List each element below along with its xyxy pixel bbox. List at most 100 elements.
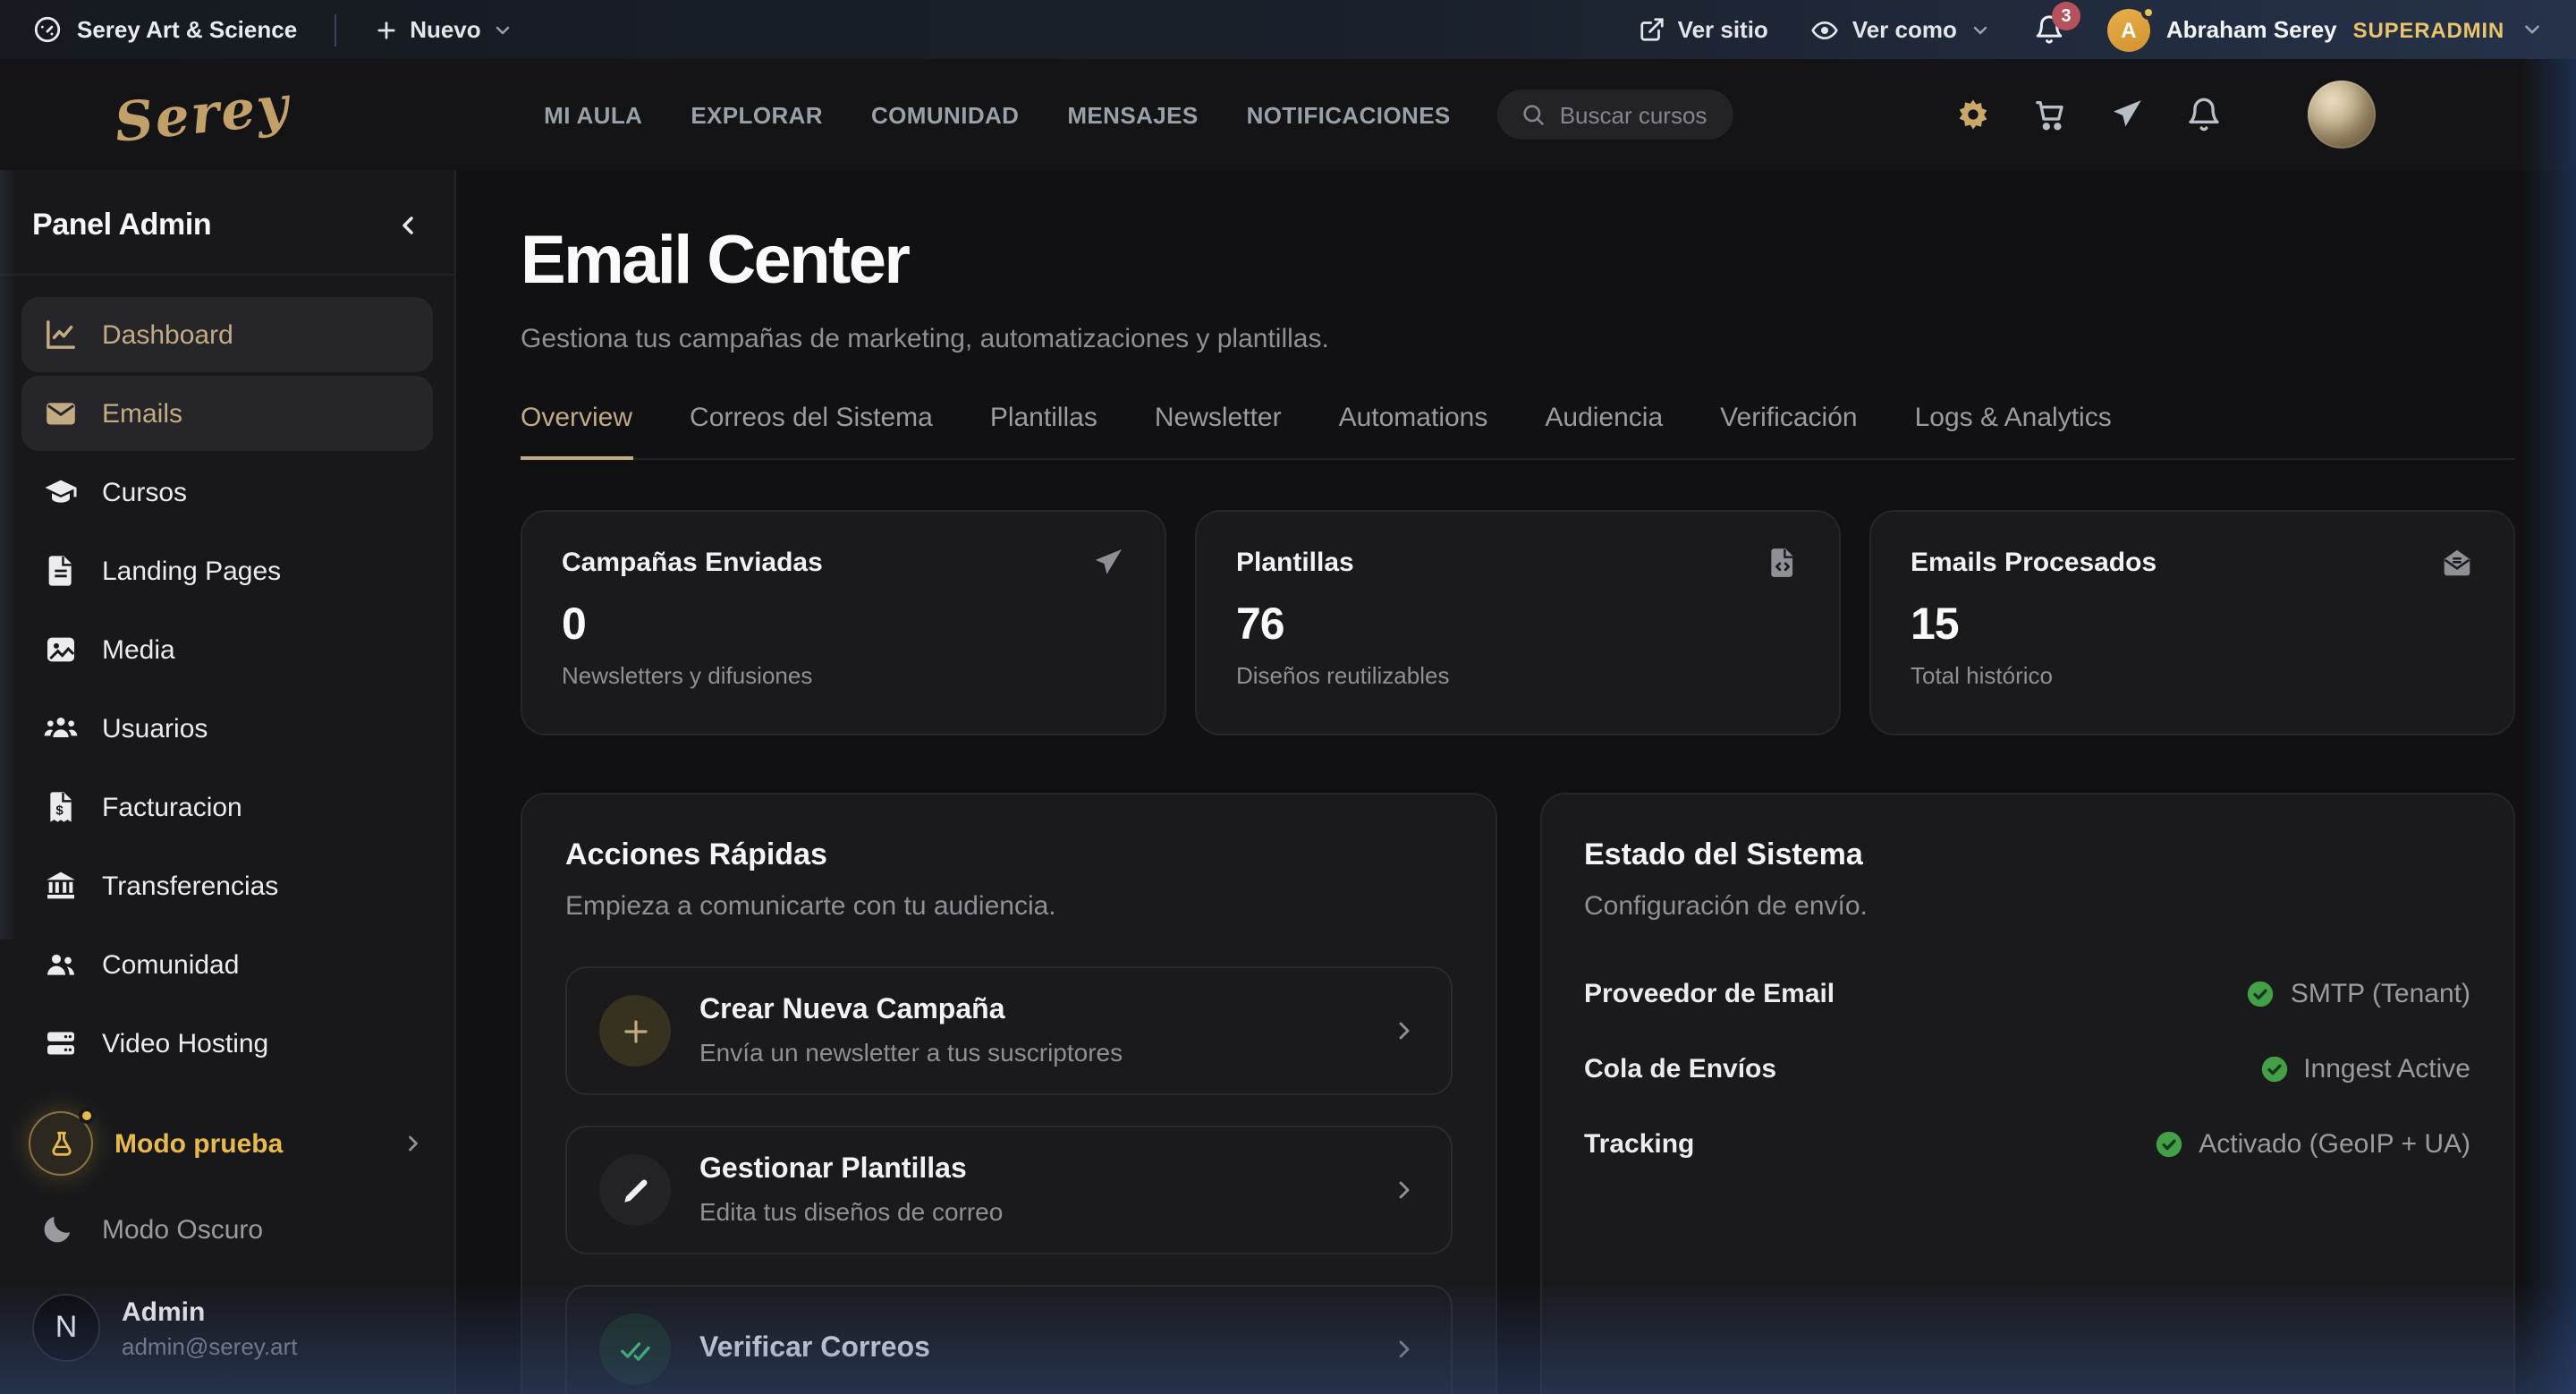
stat-card-emails-procesados: Emails Procesados 15 Total histórico [1869,510,2515,735]
nav-notificaciones[interactable]: NOTIFICACIONES [1247,101,1451,128]
status-value: Activado (GeoIP + UA) [2199,1129,2470,1160]
sidebar-item-video-hosting[interactable]: Video Hosting [21,1006,433,1081]
sidebar-item-label: Dashboard [102,319,233,350]
stat-title: Plantillas [1236,548,1354,578]
serey-logo[interactable]: Serey [112,74,292,155]
tab-automations[interactable]: Automations [1339,403,1488,458]
sidebar-item-dashboard[interactable]: Dashboard [21,297,433,372]
topbar-left: Serey Art & Science Nuevo [32,13,513,46]
user-menu[interactable]: A Abraham Serey SUPERADMIN [2107,8,2544,51]
test-mode-label: Modo prueba [114,1128,379,1159]
sidebar-menu: Dashboard Emails Cursos Landing Pages Me… [0,276,454,1084]
admin-avatar: N [32,1294,100,1362]
status-label: Cola de Envíos [1584,1054,1776,1084]
chevron-right-icon [1389,1176,1418,1204]
sidebar-item-comunidad[interactable]: Comunidad [21,927,433,1002]
user-avatar-photo[interactable] [2308,81,2376,149]
tab-overview[interactable]: Overview [521,403,632,458]
file-text-icon [43,553,79,589]
sidebar-item-label: Landing Pages [102,556,281,586]
tab-logs-analytics[interactable]: Logs & Analytics [1915,403,2112,458]
action-verify-emails[interactable]: Verificar Correos [565,1285,1452,1394]
check-circle-icon [2258,1054,2289,1084]
admin-email: admin@serey.art [122,1332,297,1359]
dark-mode-toggle[interactable]: Modo Oscuro [25,1183,429,1272]
tab-correos-del-sistema[interactable]: Correos del Sistema [690,403,933,458]
page-title: Email Center [521,224,2515,301]
tab-audiencia[interactable]: Audiencia [1545,403,1663,458]
test-mode-toggle[interactable]: Modo prueba [25,1104,429,1183]
dark-mode-label: Modo Oscuro [102,1214,263,1245]
tab-newsletter[interactable]: Newsletter [1155,403,1282,458]
sidebar-title: Panel Admin [32,208,211,243]
chevron-down-icon [2521,18,2544,41]
sidebar-item-media[interactable]: Media [21,612,433,687]
action-manage-templates[interactable]: Gestionar Plantillas Edita tus diseños d… [565,1126,1452,1254]
graduation-cap-icon [43,474,79,510]
main-content: Email Center Gestiona tus campañas de ma… [456,170,2576,1394]
send-icon[interactable] [2109,97,2145,132]
status-row-queue: Cola de Envíos Inngest Active [1584,1054,2470,1084]
sidebar-item-emails[interactable]: Emails [21,376,433,451]
nav-comunidad[interactable]: COMUNIDAD [871,101,1019,128]
tab-verificacion[interactable]: Verificación [1720,403,1857,458]
sidebar-item-label: Video Hosting [102,1028,268,1058]
users-two-icon [43,947,79,982]
sidebar-item-label: Facturacion [102,792,242,822]
tab-plantillas[interactable]: Plantillas [990,403,1097,458]
users-three-icon [43,710,79,746]
svg-text:$: $ [55,803,64,818]
notifications-bell-button[interactable]: 3 [2034,14,2064,45]
stat-card-plantillas: Plantillas 76 Diseños reutilizables [1195,510,1841,735]
sidebar-item-usuarios[interactable]: Usuarios [21,691,433,766]
stat-value: 0 [562,599,1125,651]
view-as-button[interactable]: Ver como [1811,15,1991,44]
stat-value: 76 [1236,599,1800,651]
nav-explorar[interactable]: EXPLORAR [691,101,823,128]
search-input[interactable] [1560,101,1710,128]
chevron-right-icon [1389,1335,1418,1364]
body-row: Panel Admin Dashboard Emails Cursos [0,170,2576,1394]
plus-icon [599,995,671,1067]
sidebar-item-label: Transferencias [102,871,278,901]
sidebar-bottom: Modo prueba Modo Oscuro N Admin admin@s [0,1104,454,1394]
status-label: Proveedor de Email [1584,979,1835,1009]
new-button-label: Nuevo [410,16,480,43]
user-avatar-initial: A [2107,8,2150,51]
admin-sidebar: Panel Admin Dashboard Emails Cursos [0,170,456,1394]
stat-value: 15 [1911,599,2474,651]
view-site-label: Ver sitio [1678,16,1768,43]
status-rows: Proveedor de Email SMTP (Tenant) Cola de… [1584,979,2470,1160]
bell-icon[interactable] [2186,97,2222,132]
sidebar-item-facturacion[interactable]: $ Facturacion [21,769,433,845]
action-title: Verificar Correos [699,1333,1360,1365]
site-header: Serey MI AULA EXPLORAR COMUNIDAD MENSAJE… [0,59,2576,170]
bank-icon [43,868,79,904]
stats-row: Campañas Enviadas 0 Newsletters y difusi… [521,510,2515,735]
status-label: Tracking [1584,1129,1694,1160]
new-button[interactable]: Nuevo [374,16,513,43]
nav-mensajes[interactable]: MENSAJES [1067,101,1198,128]
gear-icon[interactable] [1955,97,1991,132]
sidebar-item-landing-pages[interactable]: Landing Pages [21,533,433,608]
header-icons [1955,81,2376,149]
cart-icon[interactable] [2032,97,2068,132]
envelope-icon [43,395,79,431]
sidebar-item-transferencias[interactable]: Transferencias [21,848,433,923]
quick-actions-list: Crear Nueva Campaña Envía un newsletter … [565,966,1452,1394]
topbar-divider [335,13,336,46]
role-badge: SUPERADMIN [2353,17,2504,42]
eye-icon [1811,15,1840,44]
chevron-left-icon [394,211,422,240]
action-create-campaign[interactable]: Crear Nueva Campaña Envía un newsletter … [565,966,1452,1095]
nav-mi-aula[interactable]: MI AULA [544,101,642,128]
tenant-brand[interactable]: Serey Art & Science [32,14,297,45]
app-root: Serey Art & Science Nuevo Ver sitio [0,0,2576,1394]
admin-user-card[interactable]: N Admin admin@serey.art [25,1272,429,1376]
stat-title: Emails Procesados [1911,548,2157,578]
notification-count-badge: 3 [2052,2,2080,30]
sidebar-item-cursos[interactable]: Cursos [21,455,433,530]
view-site-button[interactable]: Ver sitio [1639,16,1768,43]
collapse-sidebar-button[interactable] [394,211,422,240]
status-dot [2141,4,2156,19]
